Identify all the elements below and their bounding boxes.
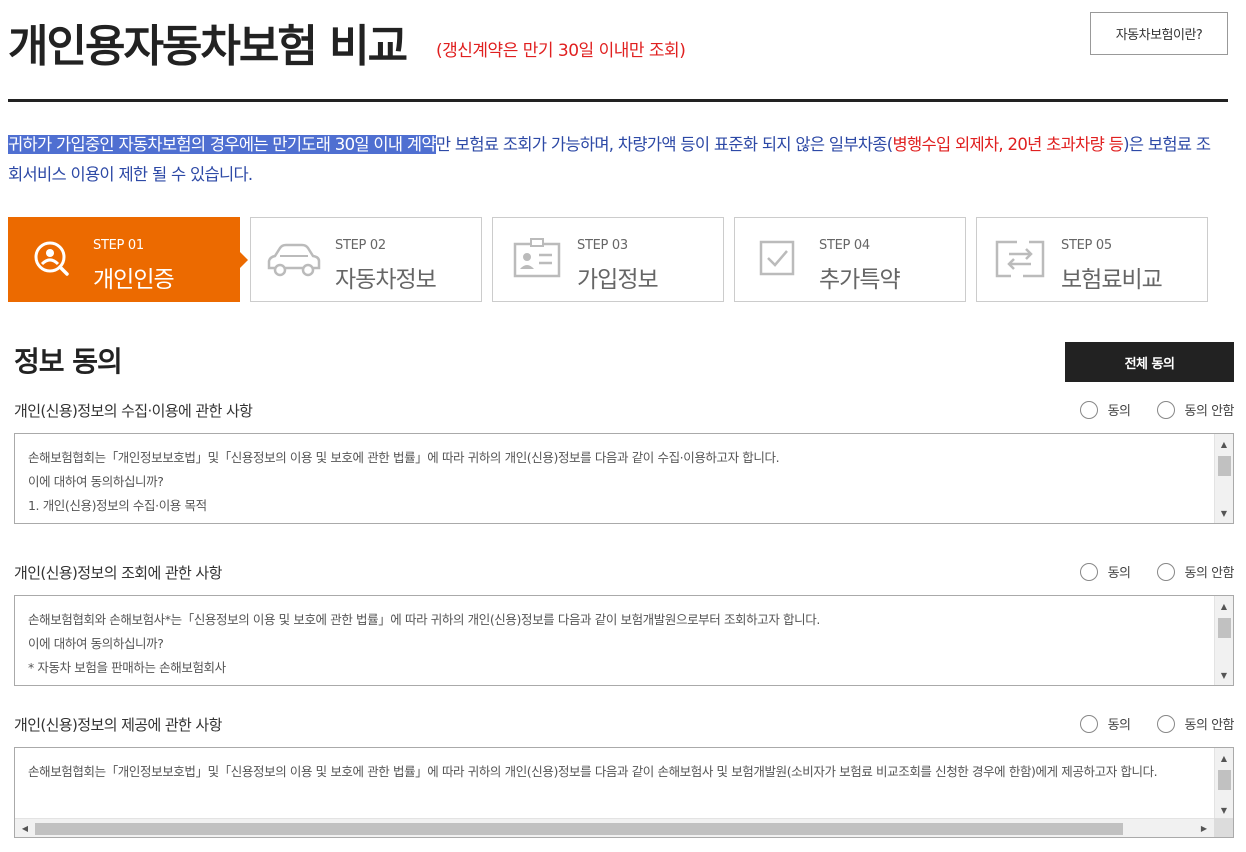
consent-line: 이에 대하여 동의하십니까? (28, 636, 164, 651)
horizontal-scrollbar[interactable]: ◀ ▶ (15, 818, 1214, 837)
vertical-scrollbar[interactable]: ▲ ▼ (1214, 596, 1233, 685)
consent-radio-group: 동의 동의 안함 (1054, 400, 1235, 419)
page-header: 개인용자동차보험 비교 (갱신계약은 만기 30일 이내만 조회) 자동차보험이… (8, 0, 1228, 102)
radio-label: 동의 안함 (1184, 718, 1235, 733)
radio-label: 동의 안함 (1184, 566, 1235, 581)
consent-section-title: 정보 동의 (14, 345, 123, 378)
step-name: 가입정보 (577, 267, 659, 293)
scroll-down-arrow-icon[interactable]: ▼ (1215, 802, 1233, 818)
consent-collection-textbox[interactable]: 손해보험협회는「개인정보보호법」및「신용정보의 이용 및 보호에 관한 법률」에… (14, 433, 1234, 524)
compare-arrows-icon (991, 236, 1049, 284)
radio-circle[interactable] (1079, 714, 1098, 733)
radio-disagree[interactable]: 동의 안함 (1156, 714, 1235, 733)
step-vehicle-info: STEP 02 자동차정보 (250, 217, 482, 302)
vertical-scrollbar[interactable]: ▲ ▼ (1214, 434, 1233, 523)
renewal-note: (갱신계약은 만기 30일 이내만 조회) (436, 41, 686, 61)
radio-circle[interactable] (1156, 714, 1175, 733)
radio-circle[interactable] (1156, 562, 1175, 581)
scroll-down-arrow-icon[interactable]: ▼ (1215, 667, 1233, 683)
consent-line: * 자동차 보험을 판매하는 손해보험회사 (28, 660, 226, 675)
consent-line: 손해보험협회는「개인정보보호법」및「신용정보의 이용 및 보호에 관한 법률」에… (28, 450, 780, 465)
consent-title: 개인(신용)정보의 제공에 관한 사항 (14, 716, 222, 734)
vertical-scrollbar[interactable]: ▲ ▼ (1214, 748, 1233, 820)
consent-text: 손해보험협회는「개인정보보호법」및「신용정보의 이용 및 보호에 관한 법률」에… (28, 446, 1203, 518)
consent-radio-group: 동의 동의 안함 (1054, 562, 1235, 581)
notice-text-2: 만 보험료 조회가 가능하며, 차량가액 등이 표준화 되지 않은 일부차종( (435, 135, 893, 154)
car-icon (265, 236, 323, 284)
scroll-thumb[interactable] (1218, 456, 1231, 476)
step-premium-compare: STEP 05 보험료비교 (976, 217, 1208, 302)
consent-line: 1. 개인(신용)정보의 수집·이용 목적 (28, 498, 207, 513)
step-name: 자동차정보 (335, 267, 437, 293)
consent-title: 개인(신용)정보의 수집·이용에 관한 사항 (14, 402, 253, 420)
checkbox-icon (749, 236, 807, 284)
consent-provision-textbox[interactable]: 손해보험협회는「개인정보보호법」및「신용정보의 이용 및 보호에 관한 법률」에… (14, 747, 1234, 838)
progress-steps: STEP 01 개인인증 STEP 02 자동차정보 STEP 03 가입정보 … (8, 217, 1208, 302)
scroll-up-arrow-icon[interactable]: ▲ (1215, 750, 1233, 766)
radio-circle[interactable] (1079, 562, 1098, 581)
consent-line: 손해보험협회와 손해보험사*는「신용정보의 이용 및 보호에 관한 법률」에 따… (28, 612, 820, 627)
step-label: STEP 05 (1061, 238, 1112, 253)
consent-text: 손해보험협회는「개인정보보호법」및「신용정보의 이용 및 보호에 관한 법률」에… (28, 760, 1203, 784)
step-name: 보험료비교 (1061, 267, 1163, 293)
inquiry-notice: 귀하가 가입중인 자동차보험의 경우에는 만기도래 30일 이내 계약만 보험료… (8, 130, 1223, 190)
scroll-right-arrow-icon[interactable]: ▶ (1196, 819, 1212, 837)
scroll-up-arrow-icon[interactable]: ▲ (1215, 598, 1233, 614)
consent-provision-header: 개인(신용)정보의 제공에 관한 사항 동의 동의 안함 (14, 714, 1235, 738)
step-personal-auth: STEP 01 개인인증 (8, 217, 248, 302)
consent-line: 이에 대하여 동의하십니까? (28, 474, 164, 489)
step-active-arrow (239, 251, 248, 269)
notice-selected-text: 귀하가 가입중인 자동차보험의 경우에는 만기도래 30일 이내 계약 (8, 135, 437, 154)
radio-label: 동의 (1107, 718, 1131, 733)
consent-inquiry-header: 개인(신용)정보의 조회에 관한 사항 동의 동의 안함 (14, 562, 1235, 586)
radio-agree[interactable]: 동의 (1079, 714, 1131, 733)
step-additional-options: STEP 04 추가특약 (734, 217, 966, 302)
agree-all-button[interactable]: 전체 동의 (1065, 342, 1234, 382)
scroll-thumb[interactable] (1218, 770, 1231, 790)
radio-circle[interactable] (1156, 400, 1175, 419)
consent-text: 손해보험협회와 손해보험사*는「신용정보의 이용 및 보호에 관한 법률」에 따… (28, 608, 1203, 680)
radio-disagree[interactable]: 동의 안함 (1156, 400, 1235, 419)
what-is-car-insurance-button[interactable]: 자동차보험이란? (1090, 12, 1228, 55)
consent-collection-header: 개인(신용)정보의 수집·이용에 관한 사항 동의 동의 안함 (14, 400, 1235, 424)
scroll-up-arrow-icon[interactable]: ▲ (1215, 436, 1233, 452)
radio-agree[interactable]: 동의 (1079, 562, 1131, 581)
scroll-thumb[interactable] (35, 823, 1123, 835)
id-card-icon (507, 236, 565, 284)
scroll-down-arrow-icon[interactable]: ▼ (1215, 505, 1233, 521)
step-name: 추가특약 (819, 267, 901, 293)
consent-line: 손해보험협회는「개인정보보호법」및「신용정보의 이용 및 보호에 관한 법률」에… (28, 764, 1158, 779)
radio-label: 동의 안함 (1184, 404, 1235, 419)
page-title: 개인용자동차보험 비교 (8, 21, 408, 72)
scroll-thumb[interactable] (1218, 618, 1231, 638)
radio-disagree[interactable]: 동의 안함 (1156, 562, 1235, 581)
consent-title: 개인(신용)정보의 조회에 관한 사항 (14, 564, 222, 582)
scrollbar-corner (1214, 818, 1233, 837)
consent-radio-group: 동의 동의 안함 (1054, 714, 1235, 733)
radio-label: 동의 (1107, 404, 1131, 419)
scroll-left-arrow-icon[interactable]: ◀ (17, 819, 33, 837)
step-label: STEP 01 (93, 238, 144, 253)
notice-restricted-vehicles: 병행수입 외제차, 20년 초과차량 등 (892, 135, 1124, 154)
step-label: STEP 03 (577, 238, 628, 253)
radio-agree[interactable]: 동의 (1079, 400, 1131, 419)
radio-label: 동의 (1107, 566, 1131, 581)
step-label: STEP 02 (335, 238, 386, 253)
radio-circle[interactable] (1079, 400, 1098, 419)
step-label: STEP 04 (819, 238, 870, 253)
step-name: 개인인증 (93, 267, 175, 293)
search-person-icon (23, 236, 81, 284)
step-subscription-info: STEP 03 가입정보 (492, 217, 724, 302)
consent-inquiry-textbox[interactable]: 손해보험협회와 손해보험사*는「신용정보의 이용 및 보호에 관한 법률」에 따… (14, 595, 1234, 686)
